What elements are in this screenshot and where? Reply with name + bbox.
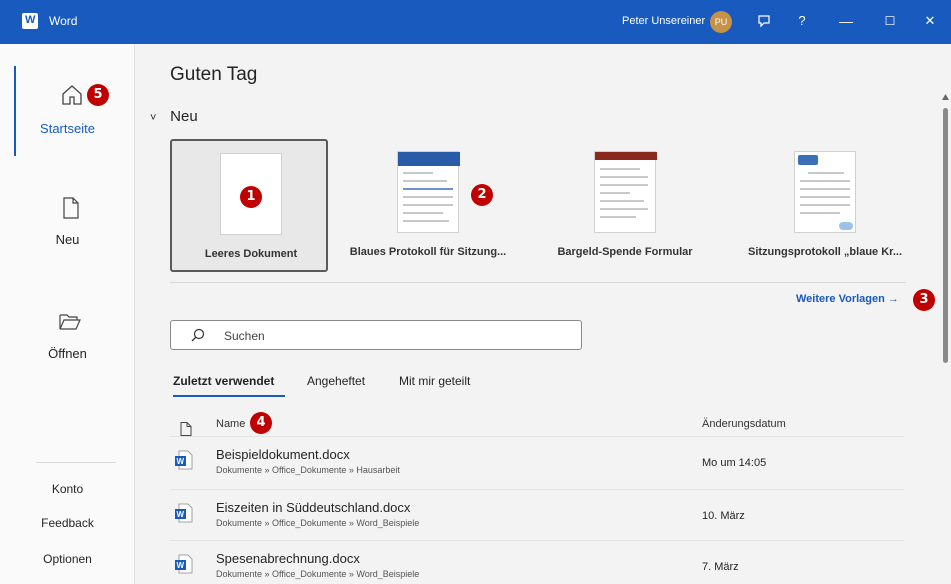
sidebar-item-home[interactable]: 5 Startseite — [0, 74, 135, 154]
annotation-badge-3: 3 — [913, 289, 935, 311]
new-document-icon — [63, 197, 79, 219]
table-row[interactable]: W Spesenabrechnung.docx Dokumente » Offi… — [170, 540, 904, 579]
divider — [36, 462, 116, 463]
divider — [170, 282, 906, 283]
annotation-badge-5: 5 — [87, 84, 109, 106]
word-document-icon: W — [175, 503, 193, 523]
template-thumbnail — [594, 151, 657, 233]
help-button[interactable]: ? — [789, 8, 815, 34]
table-row[interactable]: W Eiszeiten in Süddeutschland.docx Dokum… — [170, 489, 904, 528]
template-label: Blaues Protokoll für Sitzung... — [349, 246, 507, 258]
annotation-badge-2: 2 — [471, 184, 493, 206]
sidebar-item-label: Öffnen — [48, 346, 87, 361]
word-document-icon: W — [175, 554, 193, 574]
template-label: Sitzungsprotokoll „blaue Kr... — [747, 246, 902, 258]
sidebar-item-new[interactable]: Neu — [0, 192, 135, 272]
search-icon — [191, 328, 205, 342]
feedback-icon[interactable] — [751, 8, 777, 34]
app-name: Word — [49, 14, 78, 28]
file-name: Eiszeiten in Süddeutschland.docx — [216, 500, 411, 515]
template-blank-document[interactable]: 1 Leeres Dokument — [170, 139, 328, 272]
page-title: Guten Tag — [170, 64, 258, 85]
tab-underline — [173, 395, 285, 397]
scroll-up-icon[interactable] — [942, 94, 949, 100]
main-content: Guten Tag ˅ Neu 1 Leeres Dokument 2 Blau… — [136, 44, 951, 584]
section-header-new[interactable]: ˅ Neu — [150, 108, 198, 125]
file-path: Dokumente » Office_Dokumente » Word_Beis… — [216, 569, 420, 579]
file-name: Beispieldokument.docx — [216, 447, 350, 462]
template-thumbnail — [397, 151, 460, 233]
svg-text:W: W — [177, 457, 185, 466]
template-label: Leeres Dokument — [204, 248, 298, 260]
tab-recent[interactable]: Zuletzt verwendet — [173, 374, 274, 388]
minimize-button[interactable]: — — [833, 8, 859, 34]
file-date: 10. März — [702, 510, 745, 522]
word-document-icon: W — [175, 450, 193, 470]
template-meeting-minutes-blue[interactable]: Sitzungsprotokoll „blaue Kr... — [746, 139, 904, 272]
template-blue-minutes[interactable]: 2 Blaues Protokoll für Sitzung... — [349, 139, 507, 272]
section-title: Neu — [170, 108, 198, 125]
search-input[interactable]: Suchen — [170, 320, 582, 350]
table-row[interactable]: W Beispieldokument.docx Dokumente » Offi… — [170, 436, 904, 475]
sidebar-link-options[interactable]: Optionen — [0, 552, 135, 566]
search-placeholder: Suchen — [224, 329, 265, 343]
template-label: Bargeld-Spende Formular — [557, 246, 693, 258]
sidebar-item-label: Startseite — [40, 121, 95, 136]
chevron-down-icon: ˅ — [150, 112, 157, 124]
folder-open-icon — [59, 314, 81, 330]
avatar[interactable]: PU — [710, 11, 732, 33]
tab-shared[interactable]: Mit mir geteilt — [399, 374, 470, 388]
home-icon — [62, 85, 82, 105]
sidebar-link-account[interactable]: Konto — [0, 482, 135, 496]
file-name: Spesenabrechnung.docx — [216, 551, 360, 566]
close-button[interactable]: ✕ — [917, 8, 943, 34]
tab-pinned[interactable]: Angeheftet — [307, 374, 365, 388]
sidebar-item-open[interactable]: Öffnen — [0, 308, 135, 388]
user-name[interactable]: Peter Unsereiner — [622, 15, 705, 27]
file-date: Mo um 14:05 — [702, 457, 767, 469]
annotation-badge-1: 1 — [240, 186, 262, 208]
sidebar-item-label: Neu — [55, 232, 80, 247]
maximize-button[interactable]: ☐ — [877, 8, 903, 34]
svg-text:W: W — [177, 510, 185, 519]
sidebar-link-feedback[interactable]: Feedback — [0, 516, 135, 530]
annotation-badge-4: 4 — [250, 412, 272, 434]
scrollbar[interactable] — [941, 90, 949, 584]
svg-text:W: W — [177, 561, 185, 570]
word-logo-icon — [22, 13, 38, 29]
file-path: Dokumente » Office_Dokumente » Word_Beis… — [216, 518, 420, 528]
title-bar: Word Peter Unsereiner PU ? — ☐ ✕ — [0, 0, 951, 44]
template-cash-donation-form[interactable]: Bargeld-Spende Formular — [546, 139, 704, 272]
scroll-thumb[interactable] — [943, 108, 948, 363]
more-templates-link[interactable]: Weitere Vorlagen → — [796, 293, 899, 305]
file-date: 7. März — [702, 561, 739, 573]
template-thumbnail — [794, 151, 856, 233]
file-path: Dokumente » Office_Dokumente » Hausarbei… — [216, 465, 400, 475]
sidebar: 5 Startseite Neu Öffnen Konto Feedback O… — [0, 44, 135, 584]
